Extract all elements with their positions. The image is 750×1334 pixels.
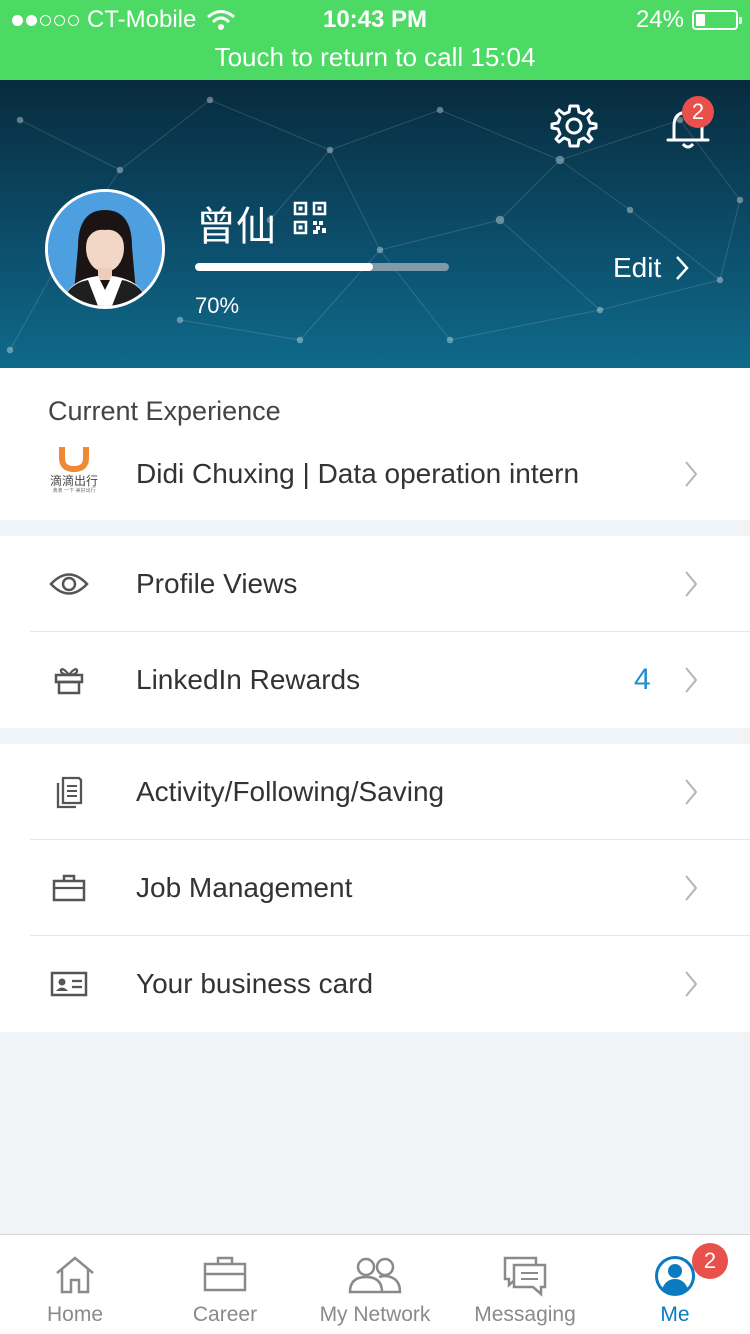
briefcase-icon: [48, 840, 90, 936]
linkedin-rewards-row[interactable]: LinkedIn Rewards 4: [0, 632, 750, 728]
briefcase-icon: [203, 1256, 247, 1292]
profile-completion-fill: [195, 263, 373, 271]
chevron-right-icon: [685, 667, 698, 693]
settings-button[interactable]: [548, 100, 600, 157]
logo-text: 滴滴出行: [49, 474, 98, 488]
chevron-right-icon: [676, 256, 689, 280]
didi-logo-icon: [59, 447, 89, 472]
edit-label: Edit: [613, 252, 662, 283]
linkedin-rewards-label: LinkedIn Rewards: [136, 664, 361, 695]
notifications-badge: 2: [682, 96, 714, 128]
gift-icon: [48, 632, 90, 728]
tab-label: Me: [660, 1303, 690, 1326]
tab-label: My Network: [319, 1303, 431, 1326]
status-bar: CT-Mobile 10:43 PM 24% Touch to return t…: [0, 0, 750, 80]
tab-my-network[interactable]: My Network: [300, 1235, 450, 1334]
job-management-label: Job Management: [136, 872, 353, 903]
activity-row[interactable]: Activity/Following/Saving: [0, 744, 750, 840]
activity-label: Activity/Following/Saving: [136, 776, 445, 807]
return-to-call-banner[interactable]: Touch to return to call 15:04: [0, 42, 750, 73]
edit-profile-button[interactable]: Edit: [613, 252, 689, 284]
business-card-label: Your business card: [136, 968, 374, 999]
chevron-right-icon: [685, 571, 698, 597]
experience-item[interactable]: 滴滴出行 滴滴 一下 美好出行 Didi Chuxing | Data oper…: [0, 426, 750, 522]
eye-icon: [48, 536, 90, 632]
chat-icon: [503, 1256, 547, 1297]
gear-icon: [550, 104, 598, 148]
profile-completion-bar: [195, 263, 449, 271]
profile-completion-percent: 70%: [195, 293, 240, 318]
battery-percent: 24%: [635, 6, 684, 33]
home-icon: [56, 1256, 94, 1294]
chevron-right-icon: [685, 461, 698, 487]
profile-views-row[interactable]: Profile Views: [0, 536, 750, 632]
tab-label: Home: [46, 1303, 104, 1326]
profile-menu-section: Profile Views LinkedIn Rewards 4: [0, 536, 750, 728]
avatar[interactable]: [45, 189, 165, 309]
experience-label: Didi Chuxing | Data operation intern: [136, 458, 580, 489]
person-icon: [655, 1256, 695, 1296]
chevron-right-icon: [685, 779, 698, 805]
id-card-icon: [48, 936, 90, 1032]
chevron-right-icon: [685, 875, 698, 901]
document-icon: [48, 744, 90, 840]
battery-icon: [692, 10, 742, 30]
tab-bar: Home Career My Network Messaging 2 Me: [0, 1234, 750, 1334]
company-logo: 滴滴出行 滴滴 一下 美好出行: [44, 444, 104, 504]
section-title: Current Experience: [48, 396, 281, 426]
profile-photo: [48, 192, 162, 306]
profile-views-label: Profile Views: [136, 568, 298, 599]
rewards-count: 4: [634, 663, 651, 696]
current-experience-section: Current Experience 滴滴出行 滴滴 一下 美好出行 Didi …: [0, 368, 750, 520]
tab-me[interactable]: 2 Me: [600, 1235, 750, 1334]
tab-messaging[interactable]: Messaging: [450, 1235, 600, 1334]
logo-subtext: 滴滴 一下 美好出行: [52, 488, 96, 494]
job-management-row[interactable]: Job Management: [0, 840, 750, 936]
profile-name: 曾仙: [196, 204, 276, 250]
tab-label: Messaging: [474, 1303, 576, 1326]
tab-label: Career: [192, 1303, 258, 1326]
business-card-row[interactable]: Your business card: [0, 936, 750, 1032]
tab-home[interactable]: Home: [0, 1235, 150, 1334]
notifications-button[interactable]: 2: [660, 96, 720, 156]
me-badge: 2: [692, 1243, 728, 1279]
chevron-right-icon: [685, 971, 698, 997]
profile-header: 2 曾仙 70% Edit: [0, 80, 750, 368]
battery-status: 24%: [635, 6, 742, 34]
people-icon: [348, 1257, 402, 1294]
activity-menu-section: Activity/Following/Saving Job Management: [0, 744, 750, 1032]
qr-code-icon[interactable]: [293, 201, 327, 235]
tab-career[interactable]: Career: [150, 1235, 300, 1334]
